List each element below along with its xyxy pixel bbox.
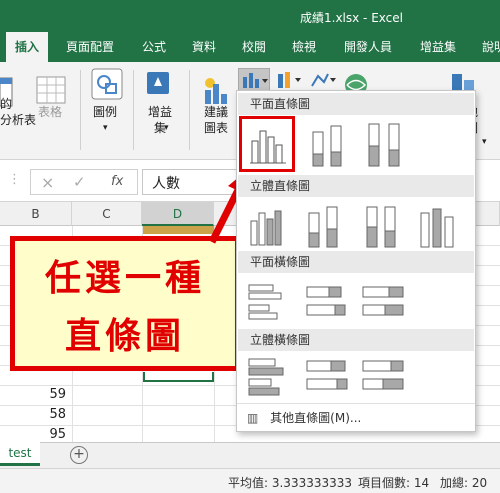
tab-view[interactable]: 檢視 [292,32,316,62]
column-header-b[interactable]: B [0,202,72,226]
3d-column-option[interactable] [413,199,469,255]
tab-review[interactable]: 校閱 [242,32,266,62]
3d-clustered-bar-option[interactable] [243,351,299,407]
section-3d-bar: 立體橫條圖 [238,329,474,351]
tab-addins[interactable]: 增益集 [420,32,456,62]
divider [133,70,134,150]
tab-data[interactable]: 資料 [192,32,216,62]
stacked-column-option[interactable] [301,116,357,172]
cell-value[interactable]: 58 [0,407,66,422]
cancel-icon[interactable]: × [41,173,54,192]
tab-page-layout[interactable]: 頁面配置 [66,32,114,62]
column-chart-button[interactable] [238,68,270,92]
callout-line-2: 直條圖 [64,316,185,357]
3d-stacked-column-option[interactable] [301,199,357,255]
stacked-bar-option[interactable] [301,275,357,331]
window-title: 成績1.xlsx - Excel [300,11,403,25]
cell-value[interactable]: 59 [0,387,66,402]
percent-stacked-bar-option[interactable] [357,275,413,331]
function-icon[interactable]: fx [111,174,123,189]
table-icon[interactable] [36,76,66,107]
addins-icon[interactable] [146,68,172,99]
chevron-down-icon[interactable]: ▾ [482,134,487,150]
tab-formulas[interactable]: 公式 [142,32,166,62]
section-2d-bar: 平面橫條圖 [238,251,474,273]
divider [80,70,81,150]
3d-percent-stacked-column-option[interactable] [357,199,413,255]
section-2d-column: 平面直條圖 [238,93,474,115]
status-count: 項目個數: 14 [358,476,430,490]
more-column-charts-label: 其他直條圖(M)... [270,411,362,425]
tab-insert[interactable]: 插入 [6,32,49,62]
divider [189,70,190,150]
status-sum: 加總: 20 [440,476,488,490]
annotation-callout: 任選一種 直條圖 [10,236,240,371]
illustrations-icon[interactable] [91,68,123,103]
divider [237,403,475,404]
column-chart-gallery: 平面直條圖 立體直條圖 平面橫條圖 立體橫條圖 ▥ 其他直條圖(M)... [236,90,476,432]
cell-value[interactable]: 95 [0,427,66,442]
callout-line-1: 任選一種 [44,258,205,299]
column-header-c[interactable]: C [72,202,142,226]
tab-help[interactable]: 說明 [482,32,500,62]
3d-clustered-column-option[interactable] [243,199,299,255]
illustrations-label[interactable]: 圖例 [93,104,117,120]
sheet-tab-test[interactable]: test [0,442,40,466]
drag-handle-icon[interactable]: ⋮ [8,172,21,187]
chevron-down-icon[interactable]: ▾ [164,120,169,136]
section-3d-column: 立體直條圖 [238,175,474,197]
chevron-down-icon[interactable]: ▾ [103,120,108,136]
ribbon-tab-bar: 插入 頁面配置 公式 資料 校閱 檢視 開發人員 增益集 說明 [0,32,500,62]
tab-developer[interactable]: 開發人員 [344,32,392,62]
add-sheet-button[interactable]: + [70,446,88,464]
3d-percent-stacked-bar-option[interactable] [357,351,413,407]
status-average: 平均值: 3.333333333 [228,476,353,490]
table-label[interactable]: 表格 [38,104,62,120]
clustered-column-option[interactable] [239,116,295,172]
bar-chart-icon: ▥ [247,411,259,425]
more-column-charts[interactable]: ▥ 其他直條圖(M)... [247,409,361,426]
3d-stacked-bar-option[interactable] [301,351,357,407]
formula-value: 人數 [152,176,180,192]
confirm-icon[interactable]: ✓ [73,173,86,191]
recommended-charts-label[interactable]: 建議 圖表 [204,104,228,136]
pivot-table-label: 的分析表 [0,97,37,127]
status-bar: 平均值: 3.333333333 項目個數: 14 加總: 20 [0,468,500,493]
title-bar: 成績1.xlsx - Excel [0,0,500,32]
clustered-bar-option[interactable] [243,275,299,331]
percent-stacked-column-option[interactable] [357,116,413,172]
formula-tools: × ✓ fx [30,169,138,195]
